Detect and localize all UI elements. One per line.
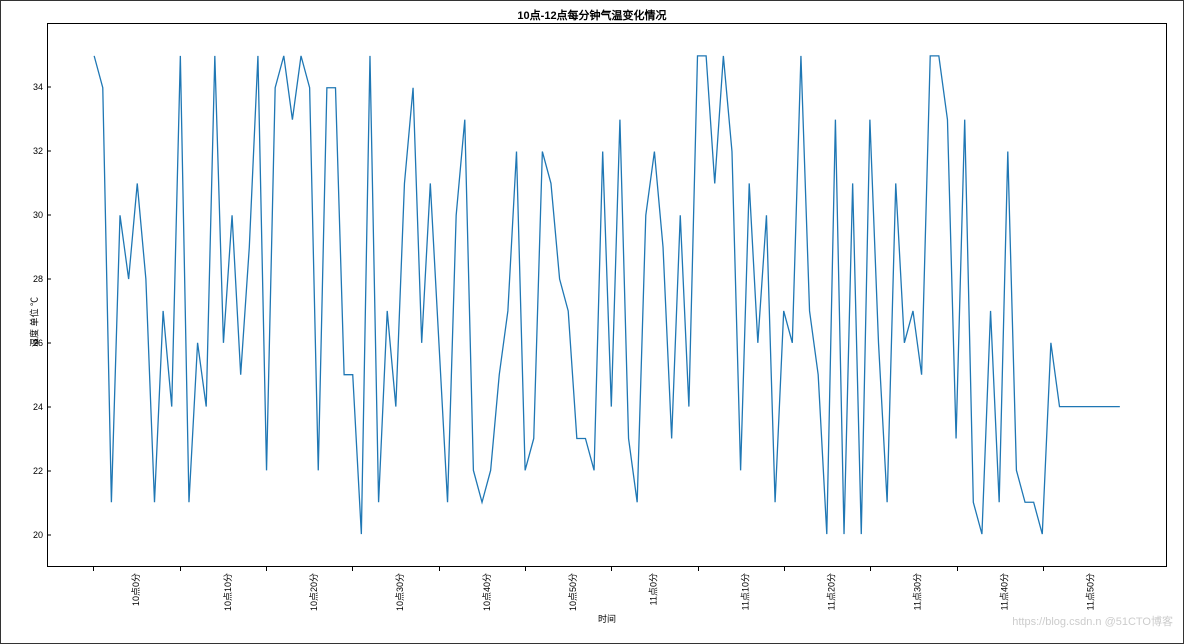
x-tick-label: 10点50分	[566, 573, 579, 611]
x-tick-label: 10点0分	[129, 573, 142, 606]
chart-title: 10点-12点每分钟气温变化情况	[1, 7, 1183, 23]
x-tick-mark	[180, 567, 181, 571]
x-tick-label: 11点0分	[647, 573, 660, 605]
x-tick-mark	[1043, 567, 1044, 571]
x-tick-mark	[93, 567, 94, 571]
x-tick-mark	[266, 567, 267, 571]
x-tick-mark	[957, 567, 958, 571]
x-tick-mark	[352, 567, 353, 571]
y-tick-label: 30	[33, 210, 43, 220]
y-tick-label: 32	[33, 146, 43, 156]
x-tick-mark	[698, 567, 699, 571]
y-tick-label: 20	[33, 530, 43, 540]
x-tick-label: 10点20分	[307, 573, 320, 611]
x-tick-mark	[611, 567, 612, 571]
y-tick-label: 22	[33, 466, 43, 476]
x-tick-label: 11点40分	[997, 573, 1010, 610]
x-tick-label: 10点30分	[393, 573, 406, 611]
y-tick-label: 26	[33, 338, 43, 348]
y-tick-label: 34	[33, 82, 43, 92]
x-tick-label: 11点50分	[1083, 573, 1096, 610]
plot-area	[47, 23, 1167, 567]
x-tick-label: 11点30分	[911, 573, 924, 610]
chart-container: 10点-12点每分钟气温变化情况 温度 单位 ℃ 202224262830323…	[0, 0, 1184, 644]
data-line	[94, 56, 1120, 534]
x-tick-mark	[784, 567, 785, 571]
x-tick-mark	[870, 567, 871, 571]
y-axis: 20 22 24 26 28 30 32 34	[25, 23, 47, 567]
x-axis: 时间 10点0分 10点10分 10点20分 10点30分 10点40分 10点50分 11…	[47, 567, 1167, 627]
y-tick-label: 24	[33, 402, 43, 412]
watermark: https://blog.csdn.n @51CTO博客	[1012, 613, 1173, 629]
x-tick-label: 11点10分	[738, 573, 751, 610]
x-tick-mark	[525, 567, 526, 571]
x-tick-label: 11点20分	[824, 573, 837, 610]
y-tick-label: 28	[33, 274, 43, 284]
x-axis-label: 时间	[598, 612, 616, 625]
x-tick-mark	[439, 567, 440, 571]
x-tick-label: 10点40分	[480, 573, 493, 611]
x-tick-label: 10点10分	[221, 573, 234, 611]
line-chart-svg	[48, 24, 1166, 566]
